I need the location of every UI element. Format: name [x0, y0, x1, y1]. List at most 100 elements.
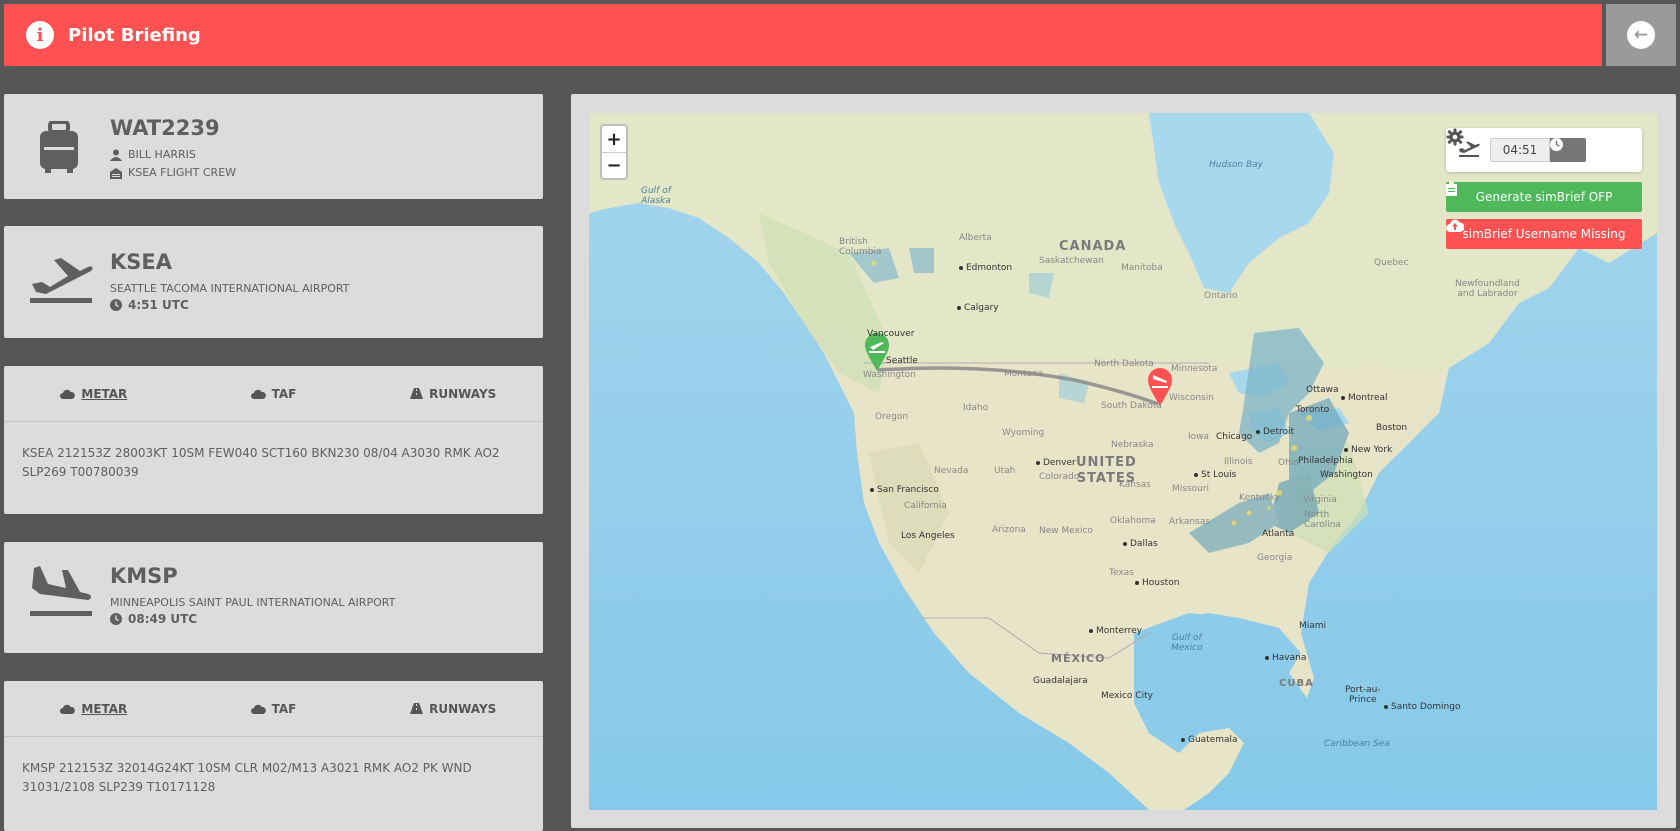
departure-wx-tabs: METAR TAF RUNWAYS — [4, 366, 543, 422]
map-label-oregon: Oregon — [875, 412, 909, 422]
departure-icao: KSEA — [110, 250, 172, 274]
map-label-caribbean: Caribbean Sea — [1324, 739, 1390, 749]
simbrief-username-missing-button[interactable]: simBrief Username Missing — [1446, 219, 1642, 249]
map-control-panel: 04:51 — [1446, 128, 1642, 172]
tab-runways[interactable]: RUNWAYS — [363, 681, 543, 736]
map-label-st-louis: St Louis — [1194, 470, 1236, 480]
zoom-out-button[interactable]: − — [602, 152, 626, 178]
map-label-detroit: Detroit — [1256, 427, 1294, 437]
tab-metar[interactable]: METAR — [4, 681, 184, 736]
time-input[interactable]: 04:51 — [1490, 138, 1550, 162]
arrival-card: KMSP MINNEAPOLIS SAINT PAUL INTERNATIONA… — [4, 542, 543, 653]
map-label-alberta: Alberta — [959, 233, 992, 243]
tab-taf[interactable]: TAF — [184, 681, 364, 736]
map-label-port-au-prince: Port-au- Prince — [1345, 685, 1381, 705]
map-label-north-carolina: North Carolina — [1304, 510, 1342, 530]
map-label-oklahoma: Oklahoma — [1110, 516, 1156, 526]
map-label-newfoundland: Newfoundland and Labrador — [1455, 279, 1520, 299]
departure-card: KSEA SEATTLE TACOMA INTERNATIONAL AIRPOR… — [4, 226, 543, 338]
map-label-british-columbia: British Columbia — [839, 237, 882, 257]
map-label-hudson-bay: Hudson Bay — [1209, 160, 1263, 170]
clock-icon — [110, 613, 122, 625]
cloud-icon — [250, 389, 266, 399]
map-label-canada: CANADA — [1059, 239, 1127, 254]
map-label-seattle: Seattle — [886, 356, 918, 366]
map-label-calgary: Calgary — [957, 303, 999, 313]
map-label-montana: Montana — [1004, 369, 1044, 379]
map-label-georgia: Georgia — [1257, 553, 1293, 563]
cloud-upload-icon — [1446, 219, 1464, 232]
zoom-in-button[interactable]: + — [602, 126, 626, 152]
clipboard-icon — [1446, 182, 1457, 196]
map-label-new-york: New York — [1344, 445, 1392, 455]
flight-card: WAT2239 BILL HARRIS KSEA FLIGHT CREW — [4, 94, 543, 199]
map-label-manitoba: Manitoba — [1121, 263, 1163, 273]
clock-button[interactable] — [1550, 138, 1586, 162]
map-label-san-francisco: San Francisco — [870, 485, 939, 495]
arrival-time-row: 08:49 UTC — [110, 612, 197, 626]
pilot-name-row: BILL HARRIS — [110, 148, 196, 161]
map-label-mexico: MÉXICO — [1051, 652, 1106, 665]
map-label-vancouver: Vancouver — [867, 329, 915, 339]
map-label-quebec: Quebec — [1374, 258, 1409, 268]
map-label-colorado: Colorado — [1039, 472, 1080, 482]
zoom-control: + − — [600, 124, 628, 180]
map-label-arkansas: Arkansas — [1169, 517, 1211, 527]
map-label-boston: Boston — [1376, 423, 1408, 433]
map-label-utah: Utah — [994, 466, 1016, 476]
arrival-wx-tabs: METAR TAF RUNWAYS — [4, 681, 543, 737]
cloud-icon — [60, 389, 76, 399]
map-label-wisconsin: Wisconsin — [1169, 393, 1214, 403]
hangar-icon — [110, 167, 122, 179]
map-label-north-dakota: North Dakota — [1094, 359, 1154, 369]
map-label-washington: Washington — [863, 370, 916, 380]
map-label-montreal: Montreal — [1341, 393, 1388, 403]
clock-icon — [1550, 138, 1563, 151]
map-label-kansas: Kansas — [1119, 480, 1151, 490]
map-label-los-angeles: Los Angeles — [901, 531, 955, 541]
route-map[interactable]: Hudson Bay Gulf of Alaska CANADA UNITED … — [589, 113, 1657, 810]
map-label-dallas: Dallas — [1123, 539, 1158, 549]
map-label-philadelphia: Philadelphia — [1298, 456, 1353, 466]
arrow-left-icon: ← — [1627, 21, 1655, 49]
map-label-houston: Houston — [1135, 578, 1179, 588]
departure-metar-text: KSEA 212153Z 28003KT 10SM FEW040 SCT160 … — [22, 446, 500, 479]
departure-airport-name: SEATTLE TACOMA INTERNATIONAL AIRPORT — [110, 282, 350, 295]
tab-taf[interactable]: TAF — [184, 366, 364, 421]
map-label-guatemala: Guatemala — [1181, 735, 1238, 745]
arrival-icao: KMSP — [110, 564, 178, 588]
generate-ofp-button[interactable]: Generate simBrief OFP — [1446, 182, 1642, 212]
map-label-gulf-alaska: Gulf of Alaska — [641, 186, 671, 206]
map-label-saskatchewan: Saskatchewan — [1039, 256, 1104, 266]
map-label-chicago: Chicago — [1216, 432, 1253, 442]
back-button[interactable]: ← — [1606, 4, 1676, 66]
road-icon — [410, 703, 424, 714]
info-icon: i — [26, 21, 54, 49]
departure-weather-card: METAR TAF RUNWAYS KSEA 212153Z 28003KT 1… — [4, 366, 543, 514]
page-title: Pilot Briefing — [68, 24, 201, 46]
map-label-denver: Denver — [1036, 458, 1076, 468]
map-label-monterrey: Monterrey — [1089, 626, 1142, 636]
crew-name: KSEA FLIGHT CREW — [128, 166, 237, 179]
map-label-illinois: Illinois — [1224, 457, 1253, 467]
map-label-atlanta: Atlanta — [1262, 529, 1295, 539]
map-label-virginia: Virginia — [1303, 495, 1337, 505]
gear-icon[interactable] — [1446, 128, 1464, 146]
map-label-ottawa: Ottawa — [1306, 385, 1339, 395]
tab-runways[interactable]: RUNWAYS — [363, 366, 543, 421]
road-icon — [410, 388, 424, 399]
user-icon — [110, 149, 122, 161]
header-bar: i Pilot Briefing — [4, 4, 1602, 66]
cloud-icon — [250, 704, 266, 714]
map-label-arizona: Arizona — [992, 525, 1026, 535]
map-label-kentucky: Kentucky — [1239, 493, 1281, 503]
arrival-metar-text: KMSP 212153Z 32014G24KT 10SM CLR M02/M13… — [22, 761, 472, 794]
map-label-wyoming: Wyoming — [1002, 428, 1045, 438]
map-label-gulf-mexico: Gulf of Mexico — [1171, 633, 1203, 653]
map-label-ontario: Ontario — [1204, 291, 1238, 301]
map-label-washington-dc: Washington — [1320, 470, 1373, 480]
map-label-nebraska: Nebraska — [1111, 440, 1154, 450]
tab-metar[interactable]: METAR — [4, 366, 184, 421]
map-label-missouri: Missouri — [1172, 484, 1210, 494]
departure-time-row: 4:51 UTC — [110, 298, 189, 312]
